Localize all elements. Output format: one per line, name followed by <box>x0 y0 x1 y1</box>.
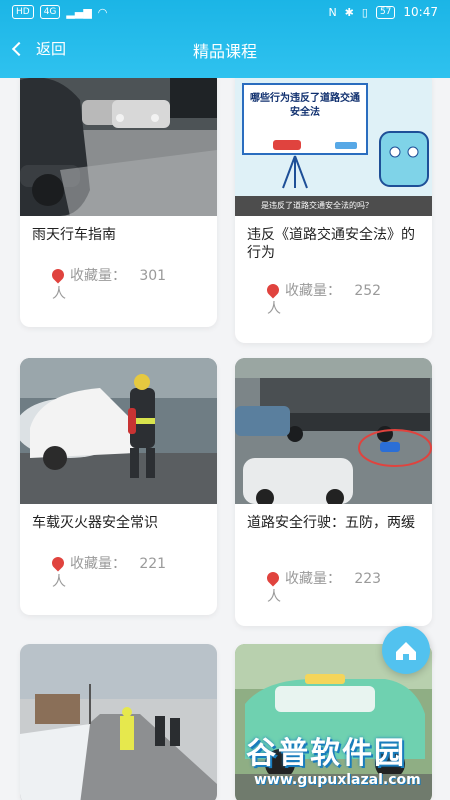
course-title: 车载灭火器安全常识 <box>32 515 158 531</box>
course-thumbnail <box>20 358 217 504</box>
vibrate-icon: ▯ <box>361 5 368 19</box>
course-grid[interactable]: 雨天行车指南 收藏量： 301 人 哪些行为违反了道路交通安全法 是违反了道路交… <box>0 78 450 800</box>
course-card[interactable]: 道路安全行驶：五防，两缓 收藏量： 223 人 <box>235 358 432 626</box>
fav-label: 收藏量： <box>70 268 126 284</box>
course-title: 道路安全行驶：五防，两缓 <box>247 515 415 531</box>
favorite-count: 收藏量： 223 人 <box>264 569 417 606</box>
fav-unit: 人 <box>267 301 281 317</box>
hd-badge: HD <box>12 5 34 19</box>
fav-label: 收藏量： <box>70 556 126 572</box>
fav-number: 301 <box>139 268 167 284</box>
thumbnail-heading: 哪些行为违反了道路交通安全法 <box>250 93 360 118</box>
fav-unit: 人 <box>52 574 66 590</box>
fav-unit: 人 <box>52 286 66 302</box>
course-thumbnail: 哪些行为违反了道路交通安全法 是违反了道路交通安全法的吗？ <box>235 78 432 216</box>
course-title: 雨天行车指南 <box>32 227 116 243</box>
watermark-text: 谷普软件园 <box>246 736 406 771</box>
fav-number: 223 <box>354 571 382 587</box>
nav-bar: 返回 精品课程 <box>0 30 450 74</box>
favorite-count: 收藏量： 301 人 <box>49 266 202 303</box>
bluetooth-icon: ✱ <box>344 5 354 19</box>
signal-icon: ▂▄▆ <box>66 5 92 19</box>
page-title: 精品课程 <box>192 42 257 61</box>
rose-icon <box>264 281 282 299</box>
course-thumbnail <box>20 78 217 216</box>
fav-unit: 人 <box>267 589 281 605</box>
wifi-icon: ◠ <box>97 5 108 19</box>
nfc-icon: N <box>328 5 337 19</box>
watermark: 谷普软件园 www.gupuxlazal.com <box>246 728 448 798</box>
course-card[interactable]: 雨天行车指南 收藏量： 301 人 <box>20 78 217 327</box>
home-icon <box>396 642 416 660</box>
fav-number: 252 <box>354 283 382 299</box>
course-card[interactable]: 哪些行为违反了道路交通安全法 是违反了道路交通安全法的吗？ 违反《道路交通安全法… <box>235 78 432 343</box>
network-badge: 4G <box>39 5 61 19</box>
battery-indicator: 57 <box>375 5 396 19</box>
course-thumbnail <box>20 644 217 800</box>
status-bar: HD 4G ▂▄▆ ◠ N ✱ ▯ 57 10:47 <box>0 0 450 26</box>
rose-icon <box>49 266 67 284</box>
time: 10:47 <box>403 5 438 19</box>
rose-icon <box>264 569 282 587</box>
thumbnail-caption: 是违反了道路交通安全法的吗？ <box>261 201 373 210</box>
fav-label: 收藏量： <box>285 571 341 587</box>
course-card[interactable] <box>20 644 217 800</box>
course-card[interactable]: 车载灭火器安全常识 收藏量： 221 人 <box>20 358 217 615</box>
course-title: 违反《道路交通安全法》的行为 <box>247 227 415 261</box>
watermark-url: www.gupuxlazal.com <box>254 772 421 788</box>
fav-label: 收藏量： <box>285 283 341 299</box>
float-action-button[interactable] <box>382 626 430 674</box>
course-thumbnail <box>235 358 432 504</box>
fav-number: 221 <box>139 556 167 572</box>
favorite-count: 收藏量： 252 人 <box>264 281 417 318</box>
favorite-count: 收藏量： 221 人 <box>49 554 202 591</box>
rose-icon <box>49 554 67 572</box>
app-header: HD 4G ▂▄▆ ◠ N ✱ ▯ 57 10:47 返回 精品课程 <box>0 0 450 78</box>
